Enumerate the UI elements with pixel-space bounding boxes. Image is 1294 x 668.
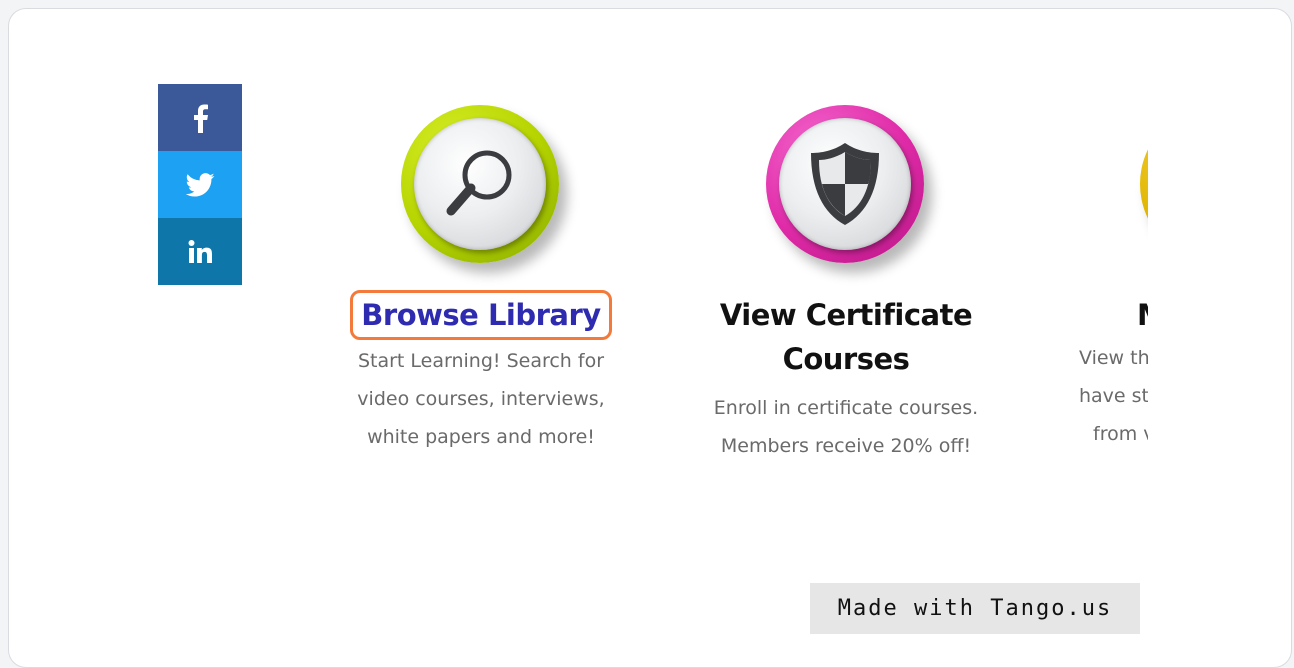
third-card-title[interactable]: M xyxy=(1137,293,1148,337)
twitter-icon xyxy=(185,172,215,197)
facebook-share-button[interactable] xyxy=(158,84,242,151)
certificate-courses-card: View Certificate Courses Enroll in certi… xyxy=(686,99,1006,465)
browse-library-description: Start Learning! Search for video courses… xyxy=(357,350,605,448)
browse-library-link[interactable]: Browse Library xyxy=(350,290,612,340)
third-card: M View th have st from v xyxy=(1051,99,1148,453)
third-card-description: View th have st from v xyxy=(1079,347,1148,445)
certificate-courses-description: Enroll in certificate courses. Members r… xyxy=(713,397,979,457)
page-frame: Browse Library Start Learning! Search fo… xyxy=(8,8,1292,668)
third-card-badge[interactable] xyxy=(1134,99,1148,271)
content-viewport: Browse Library Start Learning! Search fo… xyxy=(9,9,1148,654)
magnifier-icon xyxy=(446,150,512,216)
linkedin-icon xyxy=(188,239,212,263)
browse-library-badge[interactable] xyxy=(395,99,567,271)
facebook-icon xyxy=(194,104,208,133)
shield-icon xyxy=(811,143,879,225)
certificate-courses-badge[interactable] xyxy=(760,99,932,271)
browse-library-card: Browse Library Start Learning! Search fo… xyxy=(321,99,641,456)
social-share-bar xyxy=(158,84,242,285)
tango-watermark: Made with Tango.us xyxy=(810,583,1140,634)
linkedin-share-button[interactable] xyxy=(158,218,242,285)
certificate-courses-title[interactable]: View Certificate Courses xyxy=(720,293,973,381)
twitter-share-button[interactable] xyxy=(158,151,242,218)
